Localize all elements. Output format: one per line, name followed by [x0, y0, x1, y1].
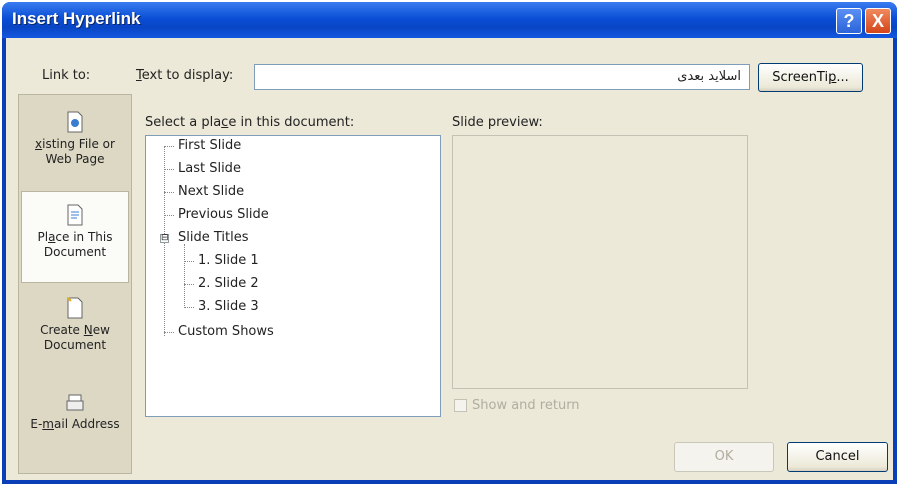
cancel-button[interactable]: Cancel: [787, 442, 888, 472]
file-icon: [67, 111, 83, 133]
slide-preview-pane: [452, 135, 748, 389]
insert-hyperlink-dialog: Insert Hyperlink ? X Link to: Text to di…: [2, 2, 897, 484]
place-tree[interactable]: First Slide Last Slide Next Slide Previo…: [145, 135, 441, 417]
show-and-return-label: Show and return: [472, 398, 580, 413]
tree-item-slide-2[interactable]: 2. Slide 2: [198, 276, 259, 291]
document-place-icon: [67, 204, 83, 226]
link-to-bar: xisting File or Web Page Place in This D…: [18, 94, 132, 474]
link-email-address[interactable]: E-mail Address: [21, 379, 129, 471]
screentip-button[interactable]: ScreenTip...: [758, 63, 863, 92]
tree-item-next-slide[interactable]: Next Slide: [178, 184, 244, 199]
link-create-new-document[interactable]: Create New Document: [21, 285, 129, 377]
slide-preview-label: Slide preview:: [452, 115, 543, 130]
tree-item-slide-titles[interactable]: Slide Titles: [178, 230, 249, 245]
text-to-display-label: Text to display:: [136, 68, 234, 83]
text-to-display-input[interactable]: اسلاید بعدی: [254, 64, 750, 90]
tree-item-slide-3[interactable]: 3. Slide 3: [198, 299, 259, 314]
dialog-body: Link to: Text to display: اسلاید بعدی Sc…: [6, 38, 893, 480]
show-and-return-checkbox[interactable]: [454, 399, 467, 412]
link-place-in-document[interactable]: Place in This Document: [21, 191, 129, 283]
tree-item-first-slide[interactable]: First Slide: [178, 138, 241, 153]
link-existing-file[interactable]: xisting File or Web Page: [21, 99, 129, 191]
email-icon: [66, 394, 84, 411]
tree-item-custom-shows[interactable]: Custom Shows: [178, 324, 274, 339]
tree-item-slide-1[interactable]: 1. Slide 1: [198, 253, 259, 268]
help-button[interactable]: ?: [836, 8, 862, 34]
title-bar: Insert Hyperlink ? X: [2, 2, 897, 38]
select-place-label: Select a place in this document:: [145, 115, 355, 130]
tree-item-previous-slide[interactable]: Previous Slide: [178, 207, 269, 222]
link-to-label: Link to:: [42, 68, 91, 83]
collapse-expander-icon[interactable]: ⊟: [160, 234, 169, 243]
close-button[interactable]: X: [865, 8, 891, 34]
dialog-title: Insert Hyperlink: [12, 9, 141, 28]
tree-item-last-slide[interactable]: Last Slide: [178, 161, 241, 176]
ok-button[interactable]: OK: [674, 442, 774, 472]
new-document-icon: [67, 297, 83, 319]
